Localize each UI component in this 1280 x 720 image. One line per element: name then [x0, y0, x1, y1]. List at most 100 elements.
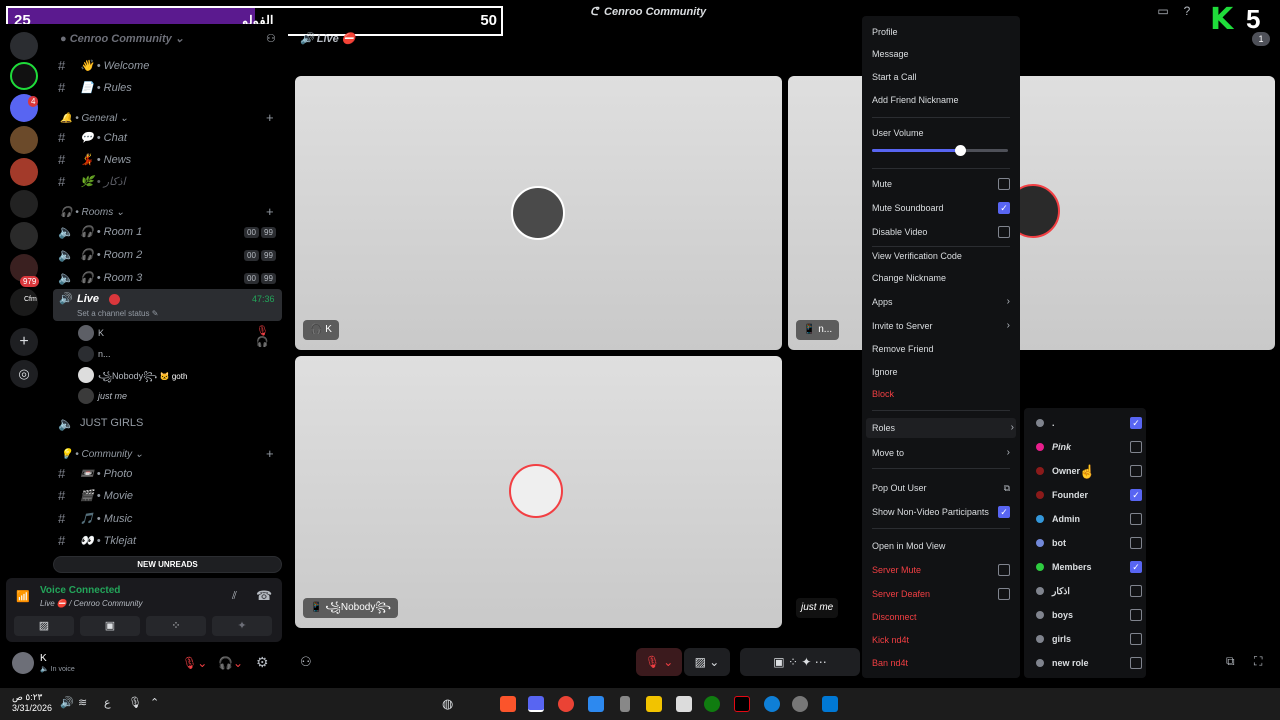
invite-icon[interactable]: ⚇ [300, 654, 312, 670]
language-indicator[interactable]: ع [104, 696, 111, 709]
server-icon[interactable] [10, 126, 38, 154]
checkbox-checked[interactable]: ✓ [998, 506, 1010, 518]
calculator-icon[interactable] [676, 696, 692, 712]
menu-item-disconnect[interactable]: Disconnect [872, 607, 1012, 627]
video-tile[interactable]: 🎧 K [295, 76, 782, 350]
checkbox[interactable] [998, 226, 1010, 238]
category-rooms[interactable]: 🎧 • Rooms ⌄ [60, 207, 124, 218]
channel-welcome[interactable]: # 👋 • Welcome [58, 56, 288, 76]
chevron-up-icon[interactable]: ⌃ [150, 696, 159, 709]
menu-item-apps[interactable]: Apps › [872, 292, 1012, 312]
category-general[interactable]: 🔔 • General ⌄ [60, 113, 128, 124]
menu-item-server-mute[interactable]: Server Mute [872, 560, 1012, 580]
server-icon[interactable] [10, 190, 38, 218]
menu-item-mute-soundboard[interactable]: Mute Soundboard ✓ [872, 198, 1012, 218]
deafened-icon[interactable]: 🎧⌄ [218, 656, 243, 670]
checkbox[interactable] [1130, 537, 1142, 549]
checkbox[interactable] [1130, 633, 1142, 645]
channel-rules[interactable]: # 📄 • Rules [58, 78, 288, 98]
mic-muted-icon[interactable]: 🎙⌄ [182, 656, 207, 670]
role-item[interactable]: Pink [1034, 438, 1142, 456]
role-item[interactable]: Members ✓ [1034, 558, 1142, 576]
add-member-icon[interactable]: ⚇ [266, 32, 276, 45]
add-channel-icon[interactable]: + [266, 110, 274, 125]
netflix-icon[interactable] [734, 696, 750, 712]
checkbox[interactable] [1130, 585, 1142, 597]
role-item[interactable]: new role [1034, 654, 1142, 672]
menu-item-invite[interactable]: Invite to Server › [872, 316, 1012, 336]
checkbox[interactable] [998, 564, 1010, 576]
menu-item-start-call[interactable]: Start a Call [872, 67, 1012, 87]
checkbox-checked[interactable]: ✓ [1130, 561, 1142, 573]
activities-button[interactable]: ⁘ [146, 616, 206, 636]
screen-share-button[interactable]: ▣ [80, 616, 140, 636]
checkbox[interactable] [1130, 609, 1142, 621]
checkbox[interactable] [1130, 657, 1142, 669]
obs-icon[interactable]: ◍ [442, 696, 453, 712]
role-item[interactable]: Founder ✓ [1034, 486, 1142, 504]
role-item[interactable]: Admin [1034, 510, 1142, 528]
server-icon[interactable] [10, 158, 38, 186]
volume-knob[interactable] [955, 145, 967, 156]
mic-toggle-button[interactable]: 🎙 ⌄ [636, 648, 682, 676]
channel-status-prompt[interactable]: Set a channel status ✎ [77, 309, 158, 318]
menu-item-view-verification-code[interactable]: View Verification Code [872, 246, 1012, 266]
role-item[interactable]: اذكار [1034, 582, 1142, 600]
menu-item-disable-video[interactable]: Disable Video [872, 222, 1012, 242]
role-item[interactable]: girls [1034, 630, 1142, 648]
fullscreen-icon[interactable]: ⛶ [1254, 654, 1262, 669]
noise-suppression-icon[interactable]: ⫽ [232, 590, 237, 603]
camera-toggle-button[interactable]: ▨ ⌄ [684, 648, 730, 676]
help-icon[interactable]: ? [1180, 4, 1194, 18]
xbox-icon[interactable] [704, 696, 720, 712]
new-unreads-button[interactable]: NEW UNREADS [53, 556, 282, 573]
role-item[interactable]: . ✓ [1034, 414, 1142, 432]
server-name[interactable]: ● Cenroo Community ⌄ [60, 32, 184, 45]
channel-chat[interactable]: # 💬 • Chat [58, 128, 288, 148]
menu-item-server-deafen[interactable]: Server Deafen [872, 584, 1012, 604]
menu-item-remove-friend[interactable]: Remove Friend [872, 339, 1012, 359]
menu-item-add-nickname[interactable]: Add Friend Nickname [872, 90, 1012, 110]
checkbox-checked[interactable]: ✓ [1130, 417, 1142, 429]
channel-movie[interactable]: # 🎬 • Movie [58, 486, 288, 506]
menu-item-pop-out-user[interactable]: Pop Out User ⧉ [872, 478, 1012, 498]
role-item[interactable]: boys [1034, 606, 1142, 624]
checkbox[interactable] [1130, 441, 1142, 453]
start-menu-icon[interactable] [822, 696, 838, 712]
menu-item-block[interactable]: Block [872, 384, 1012, 404]
menu-item-mute[interactable]: Mute [872, 174, 1012, 194]
menu-item-roles[interactable]: Roles › [866, 418, 1016, 438]
wifi-icon[interactable]: ≋ [78, 696, 87, 709]
recorder-icon[interactable] [620, 696, 630, 712]
add-channel-icon[interactable]: + [266, 204, 274, 219]
voice-channel-just-girls[interactable]: 🔈 JUST GIRLS [58, 414, 288, 434]
checkbox[interactable] [998, 178, 1010, 190]
menu-item-ignore[interactable]: Ignore [872, 362, 1012, 382]
edge-icon[interactable] [764, 696, 780, 712]
signal-icon[interactable]: 📶 [16, 590, 30, 603]
popout-icon[interactable]: ⧉ [1226, 654, 1235, 669]
disconnect-icon[interactable]: ☎ [256, 588, 272, 604]
brave-browser-icon[interactable] [500, 696, 516, 712]
microphone-icon[interactable]: 🎙 [128, 696, 142, 709]
menu-item-mod-view[interactable]: Open in Mod View [872, 536, 1012, 556]
channel-photo[interactable]: # 📼 • Photo [58, 464, 288, 484]
menu-item-message[interactable]: Message [872, 44, 1012, 64]
checkbox-checked[interactable]: ✓ [1130, 489, 1142, 501]
menu-item-kick[interactable]: Kick nd4t [872, 630, 1012, 650]
category-community[interactable]: 💡 • Community ⌄ [60, 449, 143, 460]
menu-item-profile[interactable]: Profile [872, 22, 1012, 42]
voice-channel-path[interactable]: Live ⛔ / Cenroo Community [40, 599, 142, 608]
menu-item-change-nickname[interactable]: Change Nickname [872, 268, 1012, 288]
checkbox-checked[interactable]: ✓ [998, 202, 1010, 214]
photos-icon[interactable] [588, 696, 604, 712]
avatar[interactable] [12, 652, 34, 674]
soundboard-button[interactable]: ✦ [212, 616, 272, 636]
volume-icon[interactable]: 🔊 [60, 696, 74, 709]
inbox-icon[interactable]: ▭ [1156, 4, 1170, 18]
checkbox[interactable] [1130, 465, 1142, 477]
checkbox[interactable] [1130, 513, 1142, 525]
channel-music[interactable]: # 🎵 • Music [58, 509, 288, 529]
video-tile[interactable]: 📱 ꧁Nobody꧂ [295, 356, 782, 628]
settings-gear-icon[interactable]: ⚙ [256, 654, 269, 671]
